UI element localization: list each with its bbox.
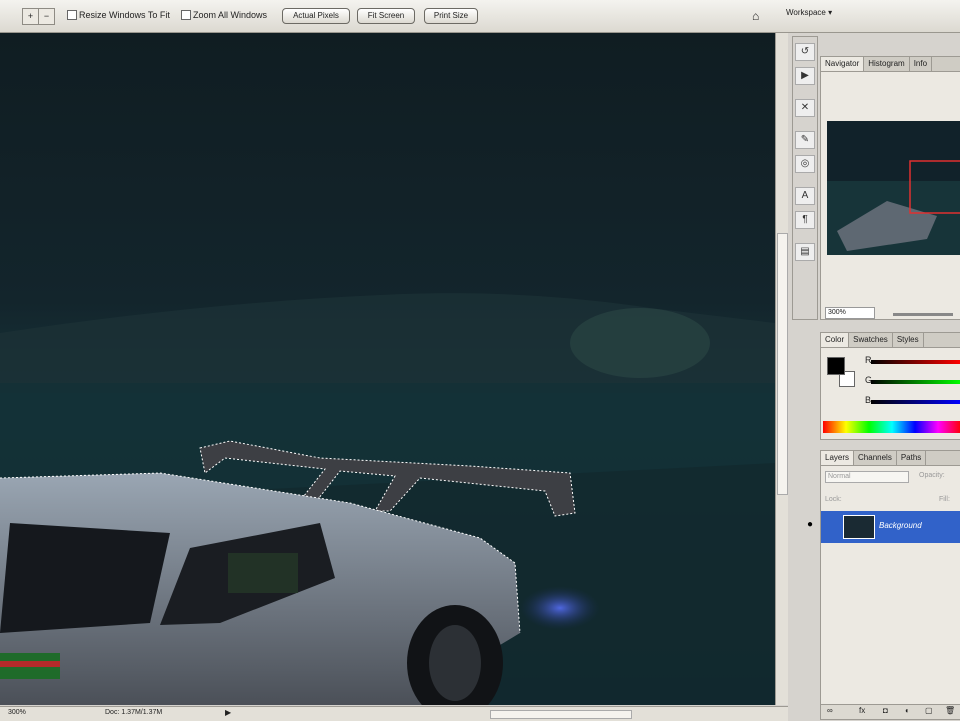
fit-screen-button[interactable]: Fit Screen	[357, 8, 415, 24]
canvas-vertical-scrollbar[interactable]	[775, 33, 788, 705]
tab-color[interactable]: Color	[821, 333, 850, 347]
layer-name: Background	[879, 521, 922, 530]
clone-source-icon[interactable]: ◎	[795, 155, 815, 173]
document-canvas[interactable]	[0, 33, 775, 705]
delete-layer-icon[interactable]: 🗑	[945, 706, 955, 715]
tab-styles[interactable]: Styles	[893, 333, 924, 347]
layers-footer: ∞ fx ◘ ◐ ▢ 🗑	[821, 704, 960, 719]
blend-mode-select[interactable]: Normal	[825, 471, 909, 483]
paragraph-icon[interactable]: ¶	[795, 211, 815, 229]
status-arrow-icon[interactable]: ▶	[225, 708, 231, 717]
character-icon[interactable]: A	[795, 187, 815, 205]
layer-thumbnail	[843, 515, 875, 539]
tool-presets-icon[interactable]: ✕	[795, 99, 815, 117]
tab-navigator[interactable]: Navigator	[821, 57, 865, 71]
navigator-thumbnail[interactable]	[827, 121, 960, 255]
g-slider[interactable]	[871, 380, 960, 384]
tab-channels[interactable]: Channels	[854, 451, 897, 465]
layer-style-icon[interactable]: fx	[859, 706, 865, 715]
zoom-out-icon[interactable]: −	[38, 8, 55, 25]
new-layer-icon[interactable]: ▢	[925, 706, 933, 715]
workspace-menu[interactable]: Workspace ▾	[786, 8, 832, 17]
opacity-label: Opacity:	[919, 472, 945, 479]
b-slider[interactable]	[871, 400, 960, 404]
resize-windows-checkbox[interactable]: Resize Windows To Fit	[67, 10, 170, 20]
fill-label: Fill:	[939, 496, 950, 503]
adjustment-layer-icon[interactable]: ◐	[905, 706, 910, 715]
options-bar: + − Resize Windows To Fit Zoom All Windo…	[0, 0, 960, 33]
tool-presets-icon[interactable]: ⌂	[752, 9, 759, 23]
zoom-in-icon[interactable]: +	[22, 8, 39, 25]
actual-pixels-button[interactable]: Actual Pixels	[282, 8, 350, 24]
navigator-zoom-slider[interactable]	[893, 313, 953, 316]
layers-panel: Layers Channels Paths Normal Opacity: Lo…	[807, 450, 960, 720]
history-icon[interactable]: ↺	[795, 43, 815, 61]
zoom-all-windows-checkbox[interactable]: Zoom All Windows	[181, 10, 267, 20]
r-slider[interactable]	[871, 360, 960, 364]
status-bar: 300% Doc: 1.37M/1.37M ▶	[0, 706, 788, 721]
zoom-all-windows-label: Zoom All Windows	[193, 10, 268, 20]
actions-icon[interactable]: ▶	[795, 67, 815, 85]
tab-info[interactable]: Info	[910, 57, 933, 71]
layer-comps-icon[interactable]: ▤	[795, 243, 815, 261]
canvas-horizontal-scrollbar[interactable]	[490, 710, 632, 719]
color-spectrum-bar[interactable]	[823, 421, 960, 433]
tab-histogram[interactable]: Histogram	[864, 57, 910, 71]
visibility-eye-icon[interactable]: ●	[807, 519, 813, 530]
canvas-image	[0, 33, 775, 705]
collapsed-panel-dock: ↺ ▶ ✕ ✎ ◎ A ¶ ▤	[792, 36, 818, 320]
layer-row-background[interactable]: ● Background	[807, 511, 960, 543]
layer-mask-icon[interactable]: ◘	[883, 706, 888, 715]
navigator-panel: Navigator Histogram Info 300%	[820, 56, 960, 320]
foreground-color-swatch[interactable]	[827, 357, 845, 375]
tab-paths[interactable]: Paths	[897, 451, 927, 465]
lock-label: Lock:	[825, 496, 842, 503]
status-zoom: 300%	[8, 709, 26, 716]
color-panel: Color Swatches Styles R G B	[820, 332, 960, 440]
resize-windows-label: Resize Windows To Fit	[79, 10, 170, 20]
link-layers-icon[interactable]: ∞	[827, 706, 833, 715]
print-size-button[interactable]: Print Size	[424, 8, 478, 24]
tab-swatches[interactable]: Swatches	[849, 333, 893, 347]
navigator-zoom-field[interactable]: 300%	[825, 307, 875, 319]
brushes-icon[interactable]: ✎	[795, 131, 815, 149]
status-doc-size: Doc: 1.37M/1.37M	[105, 709, 163, 716]
tab-layers[interactable]: Layers	[821, 451, 855, 465]
